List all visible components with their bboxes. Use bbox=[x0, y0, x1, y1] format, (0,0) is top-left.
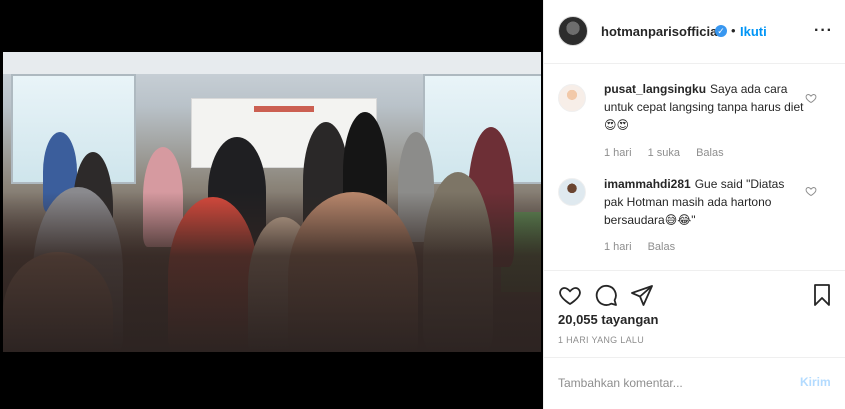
share-icon[interactable] bbox=[630, 283, 654, 307]
commenter-username[interactable]: pusat_langsingku bbox=[604, 82, 706, 96]
follow-button[interactable]: Ikuti bbox=[740, 24, 767, 39]
video-frame[interactable] bbox=[3, 52, 541, 352]
commenter-username[interactable]: imammahdi281 bbox=[604, 177, 691, 191]
video-player[interactable] bbox=[0, 0, 543, 409]
post-header: hotmanparisofficial ✓ • Ikuti ··· bbox=[544, 0, 845, 64]
post-actions: 20,055 tayangan 1 HARI YANG LALU bbox=[544, 270, 845, 360]
comments-list: pusat_langsingku Saya ada cara untuk cepa… bbox=[544, 64, 845, 270]
post-panel: hotmanparisofficial ✓ • Ikuti ··· pusat_… bbox=[543, 0, 845, 409]
post-comment-button[interactable]: Kirim bbox=[800, 375, 831, 389]
verified-badge-icon: ✓ bbox=[715, 25, 727, 37]
comment-like-heart-icon[interactable] bbox=[805, 185, 817, 197]
reply-button[interactable]: Balas bbox=[648, 241, 676, 253]
header-separator: • bbox=[731, 23, 736, 38]
comment-like-heart-icon[interactable] bbox=[805, 92, 817, 104]
heart-icon[interactable] bbox=[558, 283, 582, 307]
comment-body: pusat_langsingku Saya ada cara untuk cepa… bbox=[604, 80, 804, 134]
comment-body: imammahdi281 Gue said "Diatas pak Hotman … bbox=[604, 175, 804, 229]
video-crowd-shadow bbox=[3, 192, 541, 352]
author-avatar[interactable] bbox=[558, 16, 588, 46]
reply-button[interactable]: Balas bbox=[696, 147, 724, 159]
post-timestamp[interactable]: 1 HARI YANG LALU bbox=[558, 335, 644, 345]
view-count[interactable]: 20,055 tayangan bbox=[558, 312, 658, 327]
add-comment-bar: Kirim bbox=[544, 357, 845, 409]
more-options-icon[interactable]: ··· bbox=[814, 23, 833, 39]
comment-likes[interactable]: 1 suka bbox=[648, 147, 680, 159]
comment-input[interactable] bbox=[558, 373, 788, 393]
comment-time: 1 hari bbox=[604, 147, 632, 159]
author-username[interactable]: hotmanparisofficial bbox=[601, 24, 721, 39]
comment-meta: 1 hari Balas bbox=[604, 241, 688, 253]
commenter-avatar[interactable] bbox=[558, 178, 586, 206]
commenter-avatar[interactable] bbox=[558, 84, 586, 112]
comment-time: 1 hari bbox=[604, 241, 632, 253]
bookmark-icon[interactable] bbox=[810, 283, 834, 307]
comment-icon[interactable] bbox=[594, 283, 618, 307]
comment-meta: 1 hari 1 suka Balas bbox=[604, 147, 737, 159]
video-ceiling bbox=[3, 52, 541, 74]
